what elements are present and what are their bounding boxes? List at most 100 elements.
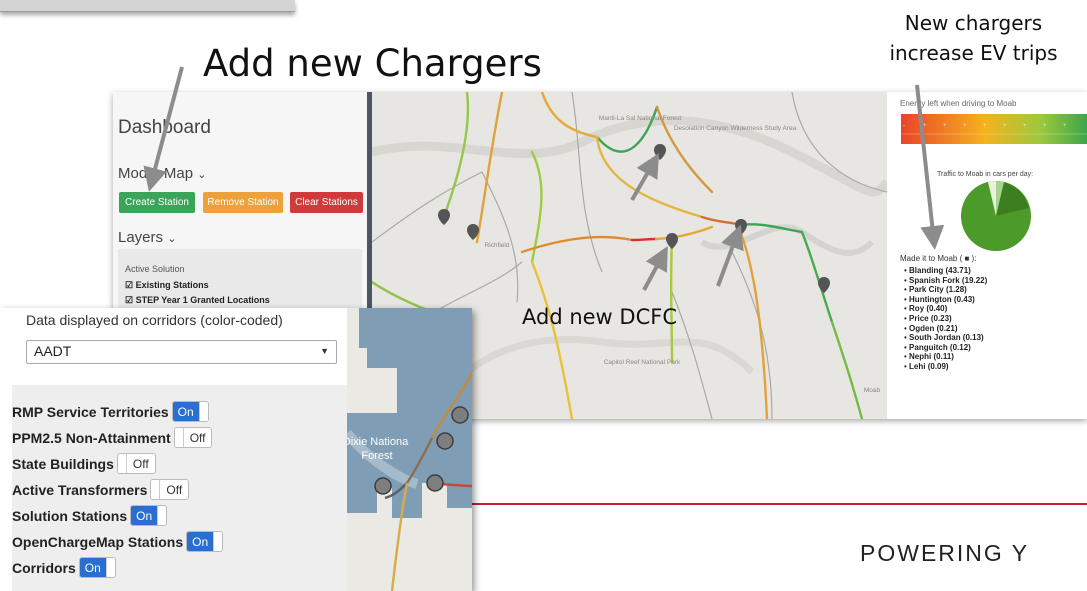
list-item: Park City (1.28) xyxy=(904,285,987,295)
chevron-down-icon: ⌄ xyxy=(197,169,207,181)
mode-map-label: Mode: Map xyxy=(118,165,194,182)
toggle-switch[interactable]: On xyxy=(78,557,116,578)
corridor-data-select[interactable]: AADT ▼ xyxy=(26,340,337,364)
toggle-handle xyxy=(157,506,167,525)
toggle-state: Off xyxy=(126,454,155,473)
list-item: Panguitch (0.12) xyxy=(904,343,987,353)
checkbox-icon: ☑ xyxy=(125,280,134,290)
caret-down-icon: ▼ xyxy=(320,346,329,356)
toggle-row-transformers: Active Transformers Off xyxy=(12,478,190,501)
destination-list: Blanding (43.71) Spanish Fork (19.22) Pa… xyxy=(904,266,987,372)
list-item: Lehi (0.09) xyxy=(904,362,987,372)
svg-text:+: + xyxy=(923,123,927,129)
toggle-switch[interactable]: On xyxy=(171,401,209,422)
checkbox-step-granted[interactable]: ☑ STEP Year 1 Granted Locations xyxy=(125,295,270,306)
map-label: Capitol Reef National Park xyxy=(604,359,681,366)
annotation-new-chargers: New chargers increase EV trips xyxy=(860,8,1087,68)
list-item: Ogden (0.21) xyxy=(904,324,987,334)
svg-text:+: + xyxy=(1003,123,1007,129)
annotation-add-dcfc: Add new DCFC xyxy=(522,305,677,329)
toggle-row-corridors: Corridors On xyxy=(12,556,116,579)
list-item: Roy (0.40) xyxy=(904,304,987,314)
toggle-handle xyxy=(213,532,223,551)
toggle-row-ppm: PPM2.5 Non-Attainment Off xyxy=(12,426,213,449)
toggle-handle xyxy=(105,558,115,577)
svg-text:-: - xyxy=(903,123,905,129)
toggle-switch[interactable]: On xyxy=(130,505,168,526)
traffic-pie-chart xyxy=(958,178,1034,259)
map-label: Desolation Canyon Wilderness Study Area xyxy=(674,125,797,132)
toggle-switch[interactable]: On xyxy=(186,531,224,552)
checkbox-label: Existing Stations xyxy=(135,280,209,290)
list-item: Spanish Fork (19.22) xyxy=(904,276,987,286)
layer-settings-panel: Data displayed on corridors (color-coded… xyxy=(0,308,347,591)
list-item: Blanding (43.71) xyxy=(904,266,987,276)
toggle-switch[interactable]: Off xyxy=(150,479,190,500)
chevron-down-icon: ⌄ xyxy=(167,233,177,245)
forest-label-line: Dixie Nationa xyxy=(347,436,409,448)
svg-text:+: + xyxy=(983,123,987,129)
station-marker-icon xyxy=(451,406,469,424)
checkbox-icon: ☑ xyxy=(125,295,134,305)
energy-ticks: - + + + + + + + + xyxy=(901,123,1087,135)
dashboard-title: Dashboard xyxy=(118,117,211,138)
remove-station-button[interactable]: Remove Station xyxy=(203,192,283,213)
svg-text:+: + xyxy=(1023,123,1027,129)
toggle-label: Solution Stations xyxy=(12,507,128,524)
toggle-handle xyxy=(174,428,184,447)
layers-dropdown[interactable]: Layers ⌄ xyxy=(118,229,176,246)
toggle-state: On xyxy=(172,402,199,421)
toggle-handle xyxy=(198,402,208,421)
svg-text:+: + xyxy=(963,123,967,129)
toggle-label: Active Transformers xyxy=(12,481,148,498)
made-it-label: Made it to Moab ( ■ ): xyxy=(900,254,977,263)
forest-label-line: Forest xyxy=(361,450,392,462)
checkbox-existing-stations[interactable]: ☑ Existing Stations xyxy=(125,280,209,291)
corridor-data-label: Data displayed on corridors (color-coded… xyxy=(26,312,283,328)
toggle-switch[interactable]: Off xyxy=(173,427,213,448)
station-marker-icon xyxy=(436,432,454,450)
clear-stations-button[interactable]: Clear Stations xyxy=(290,192,363,213)
list-item: Huntington (0.43) xyxy=(904,295,987,305)
toggle-label: Corridors xyxy=(12,559,76,576)
toggle-handle xyxy=(117,454,127,473)
create-station-button[interactable]: Create Station xyxy=(119,192,195,213)
toggle-state: On xyxy=(131,506,158,525)
toggle-state: Off xyxy=(183,428,212,447)
traffic-title: Traffic to Moab in cars per day: xyxy=(937,171,1034,178)
toggle-label: PPM2.5 Non-Attainment xyxy=(12,429,171,446)
energy-title: Energy left when driving to Moab xyxy=(900,99,1017,108)
service-territory-canvas: Dixie Nationa Forest xyxy=(343,308,472,591)
toggle-switch[interactable]: Off xyxy=(116,453,156,474)
toggle-label: RMP Service Territories xyxy=(12,403,169,420)
layer-settings-screenshot: Data displayed on corridors (color-coded… xyxy=(0,308,472,591)
checkbox-label: STEP Year 1 Granted Locations xyxy=(135,295,270,305)
toggle-row-openchargemap: OpenChargeMap Stations On xyxy=(12,530,224,553)
toggle-state: Off xyxy=(160,480,189,499)
svg-text:+: + xyxy=(1043,123,1047,129)
map-label: Manti-La Sal National Forest xyxy=(599,115,682,122)
list-item: South Jordan (0.13) xyxy=(904,333,987,343)
previous-screenshot-edge xyxy=(0,0,295,12)
select-value: AADT xyxy=(34,343,72,359)
toggle-state: On xyxy=(187,532,214,551)
mode-map-dropdown[interactable]: Mode: Map ⌄ xyxy=(118,165,206,182)
energy-panel: Energy left when driving to Moab - + + + + +… xyxy=(887,92,1087,419)
map-label: Richfield xyxy=(485,242,510,249)
toggle-row-solution-stations: Solution Stations On xyxy=(12,504,168,527)
layers-label: Layers xyxy=(118,229,164,246)
footer-text: POWERING Y xyxy=(860,540,1030,566)
list-item: Nephi (0.11) xyxy=(904,352,987,362)
station-marker-icon xyxy=(374,477,392,495)
energy-gradient-bar: - + + + + + + + + xyxy=(901,114,1087,144)
active-solution-label: Active Solution xyxy=(125,264,185,274)
station-marker-icon xyxy=(426,474,444,492)
service-territory-map[interactable]: Dixie Nationa Forest xyxy=(343,308,472,591)
toggle-state: On xyxy=(79,558,106,577)
toggle-label: OpenChargeMap Stations xyxy=(12,533,184,550)
toggle-row-rmp: RMP Service Territories On xyxy=(12,400,209,423)
toggle-label: State Buildings xyxy=(12,455,114,472)
annotation-new-chargers-line1: New chargers xyxy=(904,11,1043,35)
annotation-new-chargers-line2: increase EV trips xyxy=(889,41,1058,65)
map-label: Moab xyxy=(864,387,881,394)
